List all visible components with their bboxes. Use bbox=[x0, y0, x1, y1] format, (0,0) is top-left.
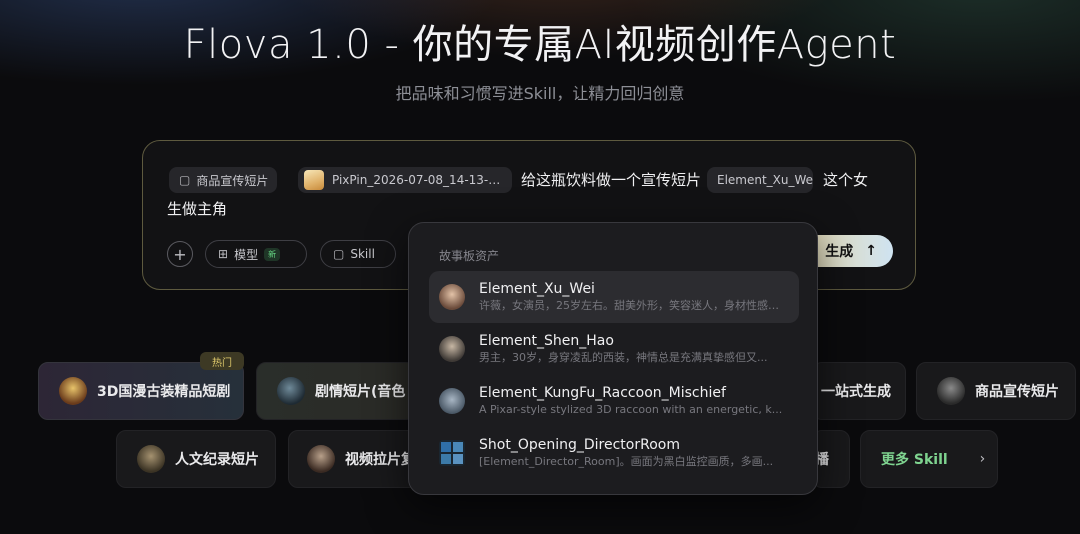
skill-card-label: 人文纪录短片 bbox=[175, 452, 259, 468]
skill-label: Skill bbox=[350, 247, 375, 261]
selected-skill-label: 商品宣传短片 bbox=[196, 173, 269, 188]
new-badge: 新 bbox=[264, 247, 281, 261]
skill-card-3d-drama[interactable]: 3D国漫古装精品短剧 bbox=[38, 362, 244, 420]
asset-name: Element_Xu_Wei bbox=[479, 281, 595, 297]
asset-description: [Element_Director_Room]。画面为黑白监控画质，多画... bbox=[479, 455, 774, 468]
prompt-text-part3[interactable]: 生做主角 bbox=[167, 196, 227, 222]
asset-name: Shot_Opening_DirectorRoom bbox=[479, 437, 680, 453]
asset-description: 许薇，女演员，25岁左右。甜美外形，笑容迷人，身材性感，... bbox=[479, 299, 789, 312]
model-label: 模型 bbox=[234, 247, 259, 262]
asset-item-shot-opening[interactable]: Shot_Opening_DirectorRoom [Element_Direc… bbox=[429, 427, 799, 479]
storyboard-assets-dropdown[interactable]: 故事板资产 Element_Xu_Wei 许薇，女演员，25岁左右。甜美外形，笑… bbox=[408, 222, 818, 495]
skill-avatar bbox=[137, 445, 165, 473]
prompt-text-part2[interactable]: 这个女 bbox=[823, 167, 868, 193]
skill-card-video-breakdown[interactable]: 视频拉片复 bbox=[288, 430, 418, 488]
asset-avatar bbox=[439, 336, 465, 362]
more-skills-label: 更多 Skill bbox=[881, 452, 948, 468]
skill-card-label: 一站式生成 bbox=[821, 384, 891, 400]
element-mention-chip[interactable]: Element_Xu_Wei bbox=[707, 167, 813, 193]
file-thumbnail bbox=[304, 170, 324, 190]
skill-card-label: 剧情短片(音色 bbox=[315, 384, 406, 400]
skill-avatar bbox=[937, 377, 965, 405]
skill-card-one-stop[interactable]: 一站式生成 bbox=[812, 362, 906, 420]
asset-item-kungfu-raccoon[interactable]: Element_KungFu_Raccoon_Mischief A Pixar-… bbox=[429, 375, 799, 427]
bag-icon: ▢ bbox=[179, 173, 191, 187]
asset-name: Element_KungFu_Raccoon_Mischief bbox=[479, 385, 726, 401]
asset-item-xu-wei[interactable]: Element_Xu_Wei 许薇，女演员，25岁左右。甜美外形，笑容迷人，身材… bbox=[429, 271, 799, 323]
grid-icon: ⊞ bbox=[218, 247, 229, 261]
asset-thumbnail bbox=[439, 440, 465, 466]
asset-item-shen-hao[interactable]: Element_Shen_Hao 男主，30岁，身穿凌乱的西装，神情总是充满真挚… bbox=[429, 323, 799, 375]
skill-card-documentary[interactable]: 人文纪录短片 bbox=[116, 430, 276, 488]
plus-icon: + bbox=[173, 244, 187, 264]
skill-selector-button[interactable]: ▢ Skill bbox=[320, 240, 396, 268]
selected-skill-chip[interactable]: ▢ 商品宣传短片 bbox=[169, 167, 277, 193]
asset-avatar bbox=[439, 284, 465, 310]
skill-card-label: 商品宣传短片 bbox=[975, 384, 1059, 400]
asset-avatar bbox=[439, 388, 465, 414]
skill-card-drama-short[interactable]: 剧情短片(音色 bbox=[256, 362, 416, 420]
element-mention-label: Element_Xu_Wei bbox=[717, 173, 813, 187]
attached-file-chip[interactable]: PixPin_2026-07-08_14-13-0... bbox=[298, 167, 512, 193]
skill-card-product-promo[interactable]: 商品宣传短片 bbox=[916, 362, 1076, 420]
model-selector-button[interactable]: ⊞ 模型 新 bbox=[205, 240, 307, 268]
page-title: Flova 1.0 - 你的专属AI视频创作Agent bbox=[183, 22, 897, 68]
arrow-up-icon: ↑ bbox=[865, 243, 877, 259]
skill-avatar bbox=[59, 377, 87, 405]
attached-file-name: PixPin_2026-07-08_14-13-0... bbox=[332, 173, 502, 187]
hot-badge: 热门 bbox=[200, 352, 244, 370]
prompt-text-part1[interactable]: 给这瓶饮料做一个宣传短片 bbox=[521, 167, 701, 193]
bag-icon: ▢ bbox=[333, 247, 345, 261]
more-skills-button[interactable]: 更多 Skill › bbox=[860, 430, 998, 488]
skill-card-label: 3D国漫古装精品短剧 bbox=[97, 384, 231, 400]
skill-avatar bbox=[277, 377, 305, 405]
skill-card-label: 视频拉片复 bbox=[345, 452, 415, 468]
asset-description: 男主，30岁，身穿凌乱的西装，神情总是充满真挚感但又... bbox=[479, 351, 768, 364]
dropdown-title: 故事板资产 bbox=[439, 249, 500, 263]
generate-label: 生成 bbox=[825, 244, 854, 260]
page-subtitle: 把品味和习惯写进Skill，让精力回归创意 bbox=[395, 84, 685, 103]
asset-name: Element_Shen_Hao bbox=[479, 333, 614, 349]
skill-avatar bbox=[307, 445, 335, 473]
chevron-right-icon: › bbox=[979, 451, 986, 467]
asset-description: A Pixar-style stylized 3D raccoon with a… bbox=[479, 403, 783, 416]
add-button[interactable]: + bbox=[167, 241, 193, 267]
